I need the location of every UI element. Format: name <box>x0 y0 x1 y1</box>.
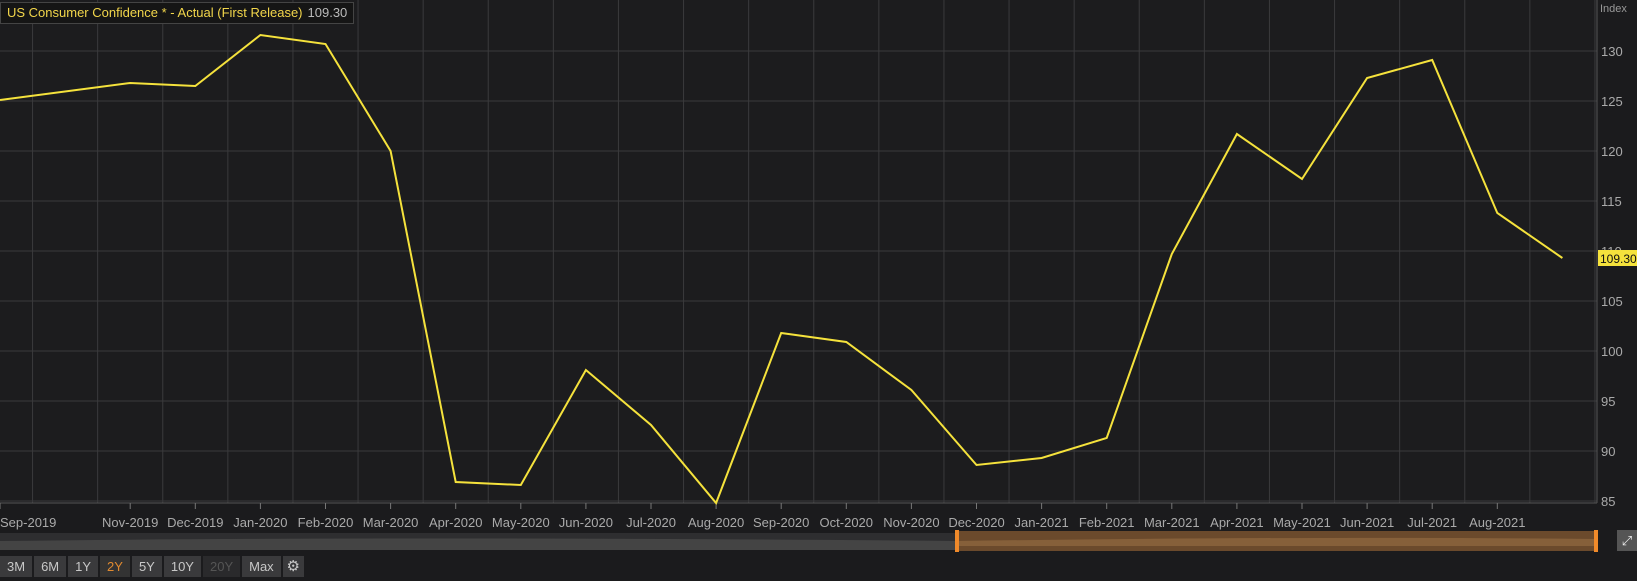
x-tick-label: May-2020 <box>492 515 550 530</box>
x-tick-label: Sep-2019 <box>0 515 56 530</box>
series-title: US Consumer Confidence * - Actual (First… <box>7 5 303 20</box>
x-tick-label: Jan-2020 <box>233 515 287 530</box>
x-tick-label: Jul-2020 <box>626 515 676 530</box>
x-tick-label: Apr-2021 <box>1210 515 1263 530</box>
x-tick-label: May-2021 <box>1273 515 1331 530</box>
y-tick-label: 125 <box>1601 94 1623 109</box>
x-tick-label: Feb-2020 <box>298 515 354 530</box>
y-tick-label: 85 <box>1601 494 1615 509</box>
range-6m-button[interactable]: 6M <box>34 556 67 577</box>
range-3m-button[interactable]: 3M <box>0 556 33 577</box>
range-5y-button[interactable]: 5Y <box>131 556 162 577</box>
y-axis-label: Index <box>1600 3 1627 15</box>
y-tick-label: 130 <box>1601 44 1623 59</box>
y-tick-label: 115 <box>1601 194 1622 209</box>
x-tick-label: Nov-2020 <box>883 515 939 530</box>
x-tick-label: Mar-2020 <box>363 515 419 530</box>
x-tick-label: Jun-2021 <box>1340 515 1394 530</box>
y-tick-label: 120 <box>1601 144 1623 159</box>
x-tick-label: Sep-2020 <box>753 515 809 530</box>
series-legend: US Consumer Confidence * - Actual (First… <box>0 2 355 24</box>
x-tick-label: Dec-2019 <box>167 515 223 530</box>
x-tick-label: Jan-2021 <box>1014 515 1068 530</box>
y-tick-label: 100 <box>1601 344 1623 359</box>
x-tick-label: Apr-2020 <box>429 515 482 530</box>
y-tick-label: 95 <box>1601 394 1615 409</box>
x-tick-label: Aug-2020 <box>688 515 744 530</box>
navigator-right-handle <box>1594 530 1598 552</box>
chart-zoom-icon[interactable]: ⤢ <box>1617 530 1637 551</box>
range-toolbar: 3M 6M 1Y 2Y 5Y 10Y 20Y Max ⚙ <box>0 556 304 577</box>
line-chart: 859095100105110115120125130IndexSep-2019… <box>0 0 1637 552</box>
x-tick-label: Nov-2019 <box>102 515 158 530</box>
last-value-label: 109.30 <box>1600 252 1637 266</box>
range-2y-button[interactable]: 2Y <box>100 556 130 577</box>
x-tick-label: Oct-2020 <box>820 515 873 530</box>
navigator-left-handle <box>955 530 959 552</box>
x-tick-label: Jul-2021 <box>1407 515 1457 530</box>
y-tick-label: 105 <box>1601 294 1623 309</box>
range-10y-button[interactable]: 10Y <box>163 556 201 577</box>
x-tick-label: Aug-2021 <box>1469 515 1525 530</box>
series-last-value: 109.30 <box>307 5 348 20</box>
y-tick-label: 90 <box>1601 444 1615 459</box>
x-tick-label: Mar-2021 <box>1144 515 1200 530</box>
range-1y-button[interactable]: 1Y <box>68 556 99 577</box>
x-tick-label: Dec-2020 <box>948 515 1004 530</box>
x-tick-label: Feb-2021 <box>1079 515 1135 530</box>
range-20y-button: 20Y <box>202 556 241 577</box>
x-tick-label: Jun-2020 <box>559 515 613 530</box>
settings-gear-icon[interactable]: ⚙ <box>282 556 304 577</box>
navigator-series <box>0 538 957 550</box>
range-max-button[interactable]: Max <box>242 556 281 577</box>
